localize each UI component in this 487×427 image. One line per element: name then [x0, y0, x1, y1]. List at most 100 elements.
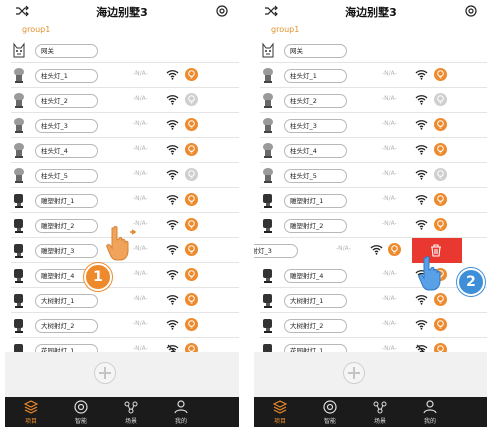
device-name-field[interactable]: 柱头灯_3	[284, 119, 347, 133]
device-row[interactable]: 大树射灯_1 -N/A-	[5, 288, 239, 313]
device-name-field[interactable]: 网关	[35, 44, 98, 58]
device-row[interactable]: 大树射灯_2 -N/A-	[5, 313, 239, 338]
device-name-field[interactable]: 柱头灯_3	[35, 119, 98, 133]
device-name-field[interactable]: 大树射灯_1	[35, 294, 98, 308]
device-row[interactable]: 柱头灯_4 -N/A-	[254, 138, 487, 163]
gear-icon[interactable]	[215, 4, 229, 18]
device-row[interactable]: 柱头灯_1 -N/A-	[254, 63, 487, 88]
add-device-button[interactable]	[343, 362, 365, 384]
light-toggle-button[interactable]	[434, 93, 447, 106]
light-toggle-button[interactable]	[434, 143, 447, 156]
tab-profile[interactable]: 我的	[158, 397, 204, 427]
device-name-field[interactable]: 雕塑射灯_1	[35, 194, 98, 208]
device-name-field[interactable]: 柱头灯_1	[284, 69, 347, 83]
device-name-field[interactable]: 柱头灯_5	[35, 169, 98, 183]
tab-layers[interactable]: 项目	[257, 397, 303, 427]
device-row[interactable]: 柱头灯_3 -N/A-	[5, 113, 239, 138]
light-toggle-button[interactable]	[185, 168, 198, 181]
device-row[interactable]: 柱头灯_5 -N/A-	[254, 163, 487, 188]
wifi-icon	[415, 220, 428, 230]
device-name-field[interactable]: 雕塑射灯_2	[284, 219, 347, 233]
wifi-icon	[166, 295, 179, 305]
tab-profile[interactable]: 我的	[407, 397, 453, 427]
device-row[interactable]: 柱头灯_3 -N/A-	[254, 113, 487, 138]
device-name-field[interactable]: 大树射灯_1	[284, 294, 347, 308]
device-name-field[interactable]: 柱头灯_2	[35, 94, 98, 108]
bulb-icon	[188, 95, 195, 104]
device-row[interactable]: 柱头灯_5 -N/A-	[5, 163, 239, 188]
device-row[interactable]: 雕塑射灯_4 -N/A-	[5, 263, 239, 288]
device-name-field[interactable]: 柱头灯_4	[35, 144, 98, 158]
device-row[interactable]: 花园射灯_1 -N/A-	[5, 338, 239, 352]
device-row[interactable]: 网关	[5, 38, 239, 63]
device-row[interactable]: 柱头灯_2 -N/A-	[254, 88, 487, 113]
device-name-field[interactable]: 柱头灯_5	[284, 169, 347, 183]
tap-hand-icon	[418, 256, 441, 291]
light-toggle-button[interactable]	[434, 193, 447, 206]
light-toggle-button[interactable]	[185, 218, 198, 231]
device-name-field[interactable]: 花园射灯_1	[35, 344, 98, 352]
light-toggle-button[interactable]	[434, 168, 447, 181]
light-toggle-button[interactable]	[434, 218, 447, 231]
light-toggle-button[interactable]	[434, 118, 447, 131]
light-toggle-button[interactable]	[185, 68, 198, 81]
light-toggle-button[interactable]	[185, 93, 198, 106]
gear-icon[interactable]	[464, 4, 478, 18]
device-row[interactable]: 雕塑射灯_1 -N/A-	[254, 188, 487, 213]
device-name-field[interactable]: 塑射灯_3	[254, 244, 298, 258]
light-toggle-button[interactable]	[434, 318, 447, 331]
device-name-field[interactable]: 柱头灯_4	[284, 144, 347, 158]
group-label: group1	[271, 25, 300, 34]
device-name-field[interactable]: 柱头灯_2	[284, 94, 347, 108]
add-device-button[interactable]	[94, 362, 116, 384]
spotlight-icon	[14, 344, 23, 352]
light-toggle-button[interactable]	[185, 193, 198, 206]
light-toggle-button[interactable]	[185, 318, 198, 331]
device-row[interactable]: 柱头灯_1 -N/A-	[5, 63, 239, 88]
light-toggle-button[interactable]	[185, 268, 198, 281]
light-toggle-button[interactable]	[434, 68, 447, 81]
device-row[interactable]: 大树射灯_1 -N/A-	[254, 288, 487, 313]
device-name-field[interactable]: 雕塑射灯_3	[35, 244, 98, 258]
device-name-field[interactable]: 大树射灯_2	[35, 319, 98, 333]
tab-layers[interactable]: 项目	[8, 397, 54, 427]
device-row[interactable]: 花园射灯_1 -N/A-	[254, 338, 487, 352]
tab-scene[interactable]: 场景	[108, 397, 154, 427]
device-name-field[interactable]: 花园射灯_1	[284, 344, 347, 352]
light-toggle-button[interactable]	[434, 293, 447, 306]
device-name-field[interactable]: 大树射灯_2	[284, 319, 347, 333]
tab-label: 场景	[124, 418, 137, 425]
tab-smart[interactable]: 智能	[307, 397, 353, 427]
bulb-icon	[188, 120, 195, 129]
device-name-field[interactable]: 雕塑射灯_2	[35, 219, 98, 233]
bulb-icon	[437, 170, 444, 179]
device-name-field[interactable]: 柱头灯_1	[35, 69, 98, 83]
bulb-icon	[437, 220, 444, 229]
light-toggle-button[interactable]	[185, 293, 198, 306]
device-status: -N/A-	[133, 120, 148, 127]
device-row[interactable]: 大树射灯_2 -N/A-	[254, 313, 487, 338]
device-row[interactable]: 柱头灯_2 -N/A-	[5, 88, 239, 113]
light-toggle-button[interactable]	[185, 243, 198, 256]
device-row[interactable]: 雕塑射灯_2 -N/A-	[254, 213, 487, 238]
device-name-field[interactable]: 网关	[284, 44, 347, 58]
tab-scene[interactable]: 场景	[357, 397, 403, 427]
light-toggle-button[interactable]	[434, 343, 447, 352]
spotlight-icon	[263, 319, 272, 333]
device-row[interactable]: 雕塑射灯_1 -N/A-	[5, 188, 239, 213]
swiped-device-row[interactable]: 塑射灯_3 -N/A-	[254, 238, 487, 263]
device-status: -N/A-	[382, 170, 397, 177]
device-name-field[interactable]: 雕塑射灯_1	[284, 194, 347, 208]
tab-smart[interactable]: 智能	[58, 397, 104, 427]
spotlight-icon	[263, 219, 272, 233]
device-row[interactable]: 柱头灯_4 -N/A-	[5, 138, 239, 163]
light-toggle-button[interactable]	[185, 118, 198, 131]
light-toggle-button[interactable]	[185, 143, 198, 156]
device-row[interactable]: 网关	[254, 38, 487, 63]
device-row[interactable]: 雕塑射灯_4 -N/A-	[254, 263, 487, 288]
light-toggle-button[interactable]	[185, 343, 198, 352]
device-name-field[interactable]: 雕塑射灯_4	[284, 269, 347, 283]
bulb-icon	[391, 245, 398, 254]
tab-bar: 项目 智能 场景 我的	[5, 397, 239, 427]
light-toggle-button[interactable]	[388, 243, 401, 256]
